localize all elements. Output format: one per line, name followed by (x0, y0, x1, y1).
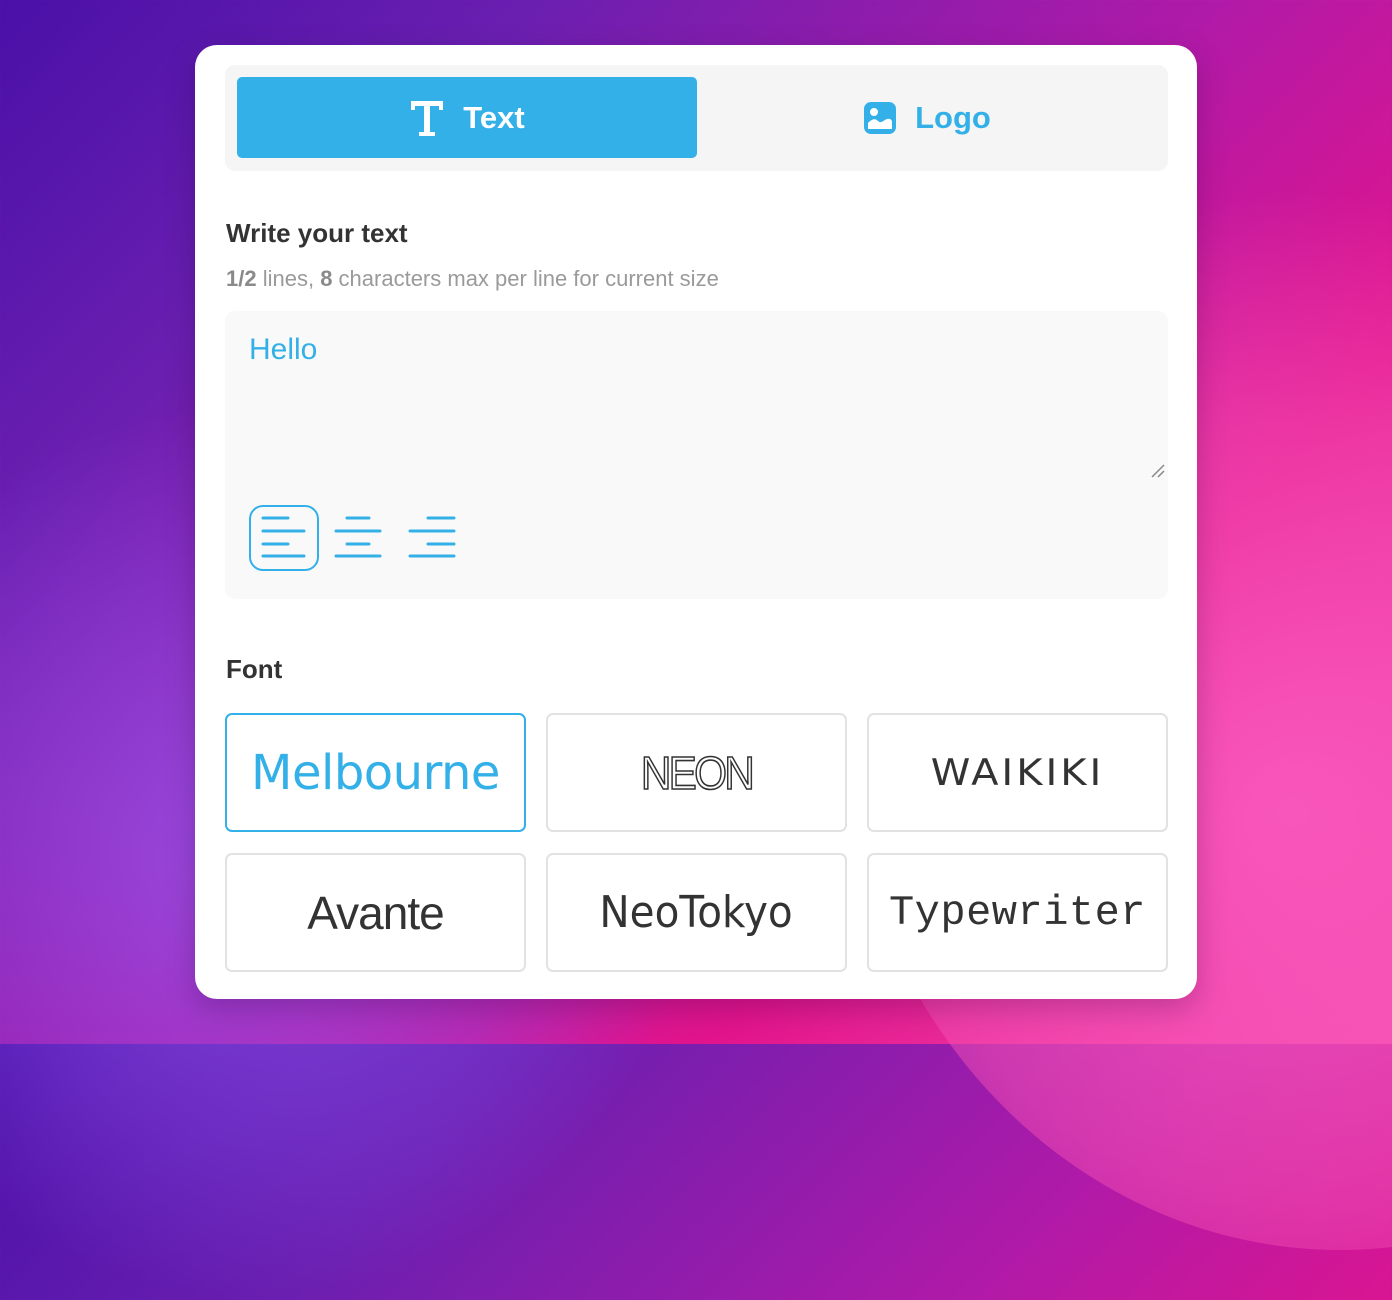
font-option-typewriter[interactable]: Typewriter (867, 853, 1168, 972)
align-right-icon (408, 514, 456, 563)
chars-label: characters max per line for current size (332, 266, 719, 291)
tab-text-label: Text (463, 99, 525, 135)
resize-handle-icon[interactable] (1150, 463, 1166, 484)
align-center-button[interactable] (323, 505, 393, 571)
font-option-neon[interactable]: NEON (546, 713, 847, 832)
font-option-label: WAIKIKI (930, 751, 1105, 794)
font-option-neotokyo[interactable]: NeoTokyo (546, 853, 847, 972)
font-option-label: Melbourne (251, 744, 500, 801)
align-center-icon (334, 514, 382, 563)
lines-label: lines, (256, 266, 321, 291)
font-option-label: NEON (640, 746, 755, 800)
font-option-waikiki[interactable]: WAIKIKI (867, 713, 1168, 832)
alignment-options (249, 505, 467, 571)
font-option-melbourne[interactable]: Melbourne (225, 713, 526, 832)
font-option-label: NeoTokyo (599, 887, 794, 938)
write-text-heading: Write your text (226, 218, 408, 248)
line-limit-hint: 1/2 lines, 8 characters max per line for… (226, 266, 719, 292)
text-t-icon (409, 98, 445, 138)
align-left-button[interactable] (249, 505, 319, 571)
tab-logo[interactable]: Logo (697, 77, 1157, 158)
text-input-container: Hello (225, 311, 1168, 599)
align-left-icon (260, 514, 308, 563)
image-icon (863, 101, 897, 135)
mode-tabs: Text Logo (225, 65, 1168, 171)
font-option-label: Typewriter (888, 888, 1147, 937)
font-options: Melbourne NEON WAIKIKI Avante NeoTokyo T… (225, 713, 1169, 972)
align-right-button[interactable] (397, 505, 467, 571)
tab-text[interactable]: Text (237, 77, 697, 158)
font-heading: Font (226, 654, 283, 684)
lines-count: 1/2 (226, 266, 257, 291)
tab-logo-label: Logo (915, 99, 991, 135)
text-editor-panel: Text Logo Write your text 1/2 lines, 8 c… (195, 45, 1197, 999)
font-option-label: Avante (307, 886, 444, 939)
text-input[interactable]: Hello (249, 333, 1129, 463)
font-option-avante[interactable]: Avante (225, 853, 526, 972)
chars-count: 8 (320, 266, 333, 291)
